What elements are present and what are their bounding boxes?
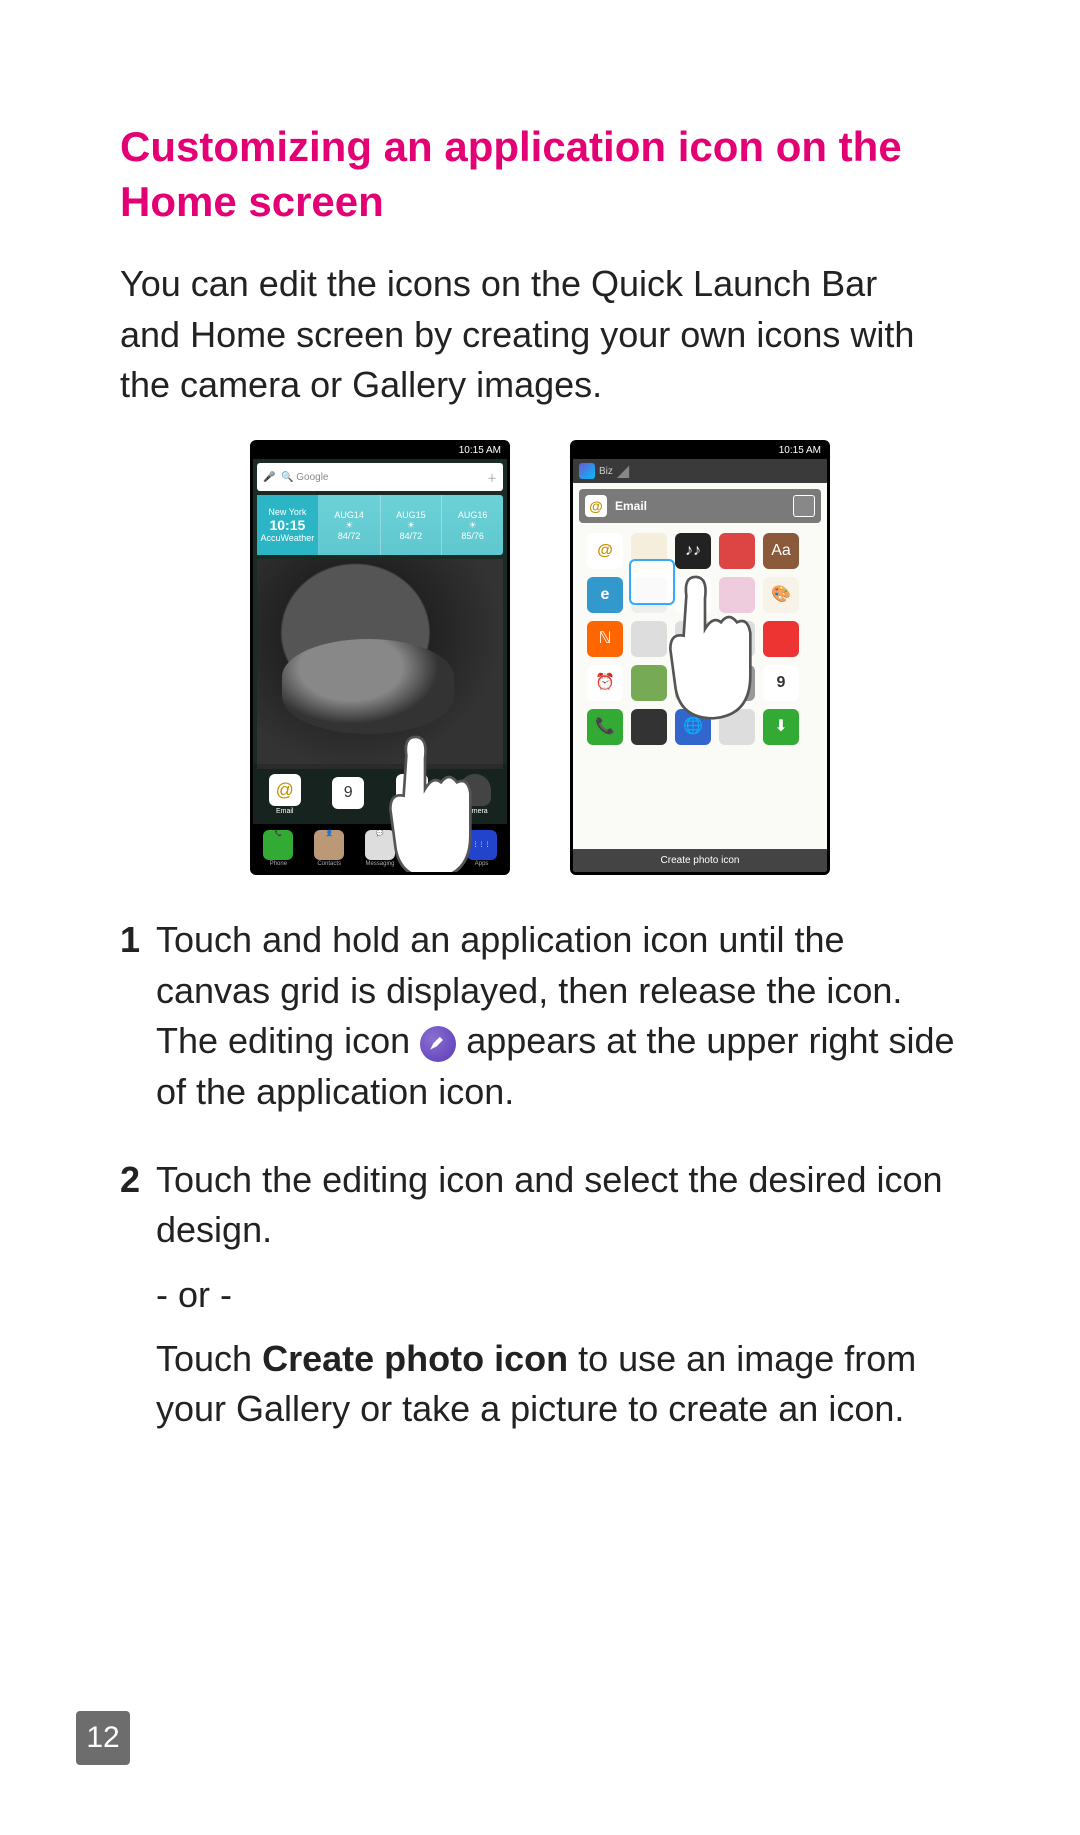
tab-bar: Biz◢ bbox=[573, 459, 827, 483]
instruction-list: 1 Touch and hold an application icon unt… bbox=[120, 915, 960, 1449]
screenshot-icon-picker: 10:15 AM Biz◢ @Email @ ♪♪ Aa e 🎨 bbox=[570, 440, 830, 875]
weather-widget: New York10:15AccuWeather AUG14☀84/72 AUG… bbox=[257, 495, 503, 555]
status-bar: 10:15 AM bbox=[253, 443, 507, 459]
page-number: 12 bbox=[76, 1711, 130, 1765]
edit-icon bbox=[420, 1026, 456, 1062]
section-heading: Customizing an application icon on the H… bbox=[120, 120, 960, 229]
home-icon-row: @Email 9 ▶Play Store Camera bbox=[253, 764, 507, 824]
screenshot-home: 10:15 AM 🎤 🔍 Google＋ New York10:15AccuWe… bbox=[250, 440, 510, 875]
step-text: Touch Create photo icon to use an image … bbox=[156, 1334, 960, 1435]
icon-grid: @ ♪♪ Aa e 🎨 ℕ ⏰ ⚙ bbox=[573, 529, 827, 749]
step-number: 1 bbox=[120, 915, 156, 1131]
selected-app-row: @Email bbox=[579, 489, 821, 523]
status-bar: 10:15 AM bbox=[573, 443, 827, 459]
intro-paragraph: You can edit the icons on the Quick Laun… bbox=[120, 259, 940, 410]
create-photo-icon-button: Create photo icon bbox=[573, 849, 827, 872]
step-or: - or - bbox=[156, 1270, 960, 1320]
dock: 📞Phone 👤Contacts 💬Messaging 🌐Browser ⋮⋮⋮… bbox=[253, 824, 507, 872]
manual-page: Customizing an application icon on the H… bbox=[0, 0, 1080, 1835]
step-number: 2 bbox=[120, 1155, 156, 1449]
screenshot-row: 10:15 AM 🎤 🔍 Google＋ New York10:15AccuWe… bbox=[120, 440, 960, 875]
step-1: 1 Touch and hold an application icon unt… bbox=[120, 915, 960, 1131]
step-2: 2 Touch the editing icon and select the … bbox=[120, 1155, 960, 1449]
search-bar: 🎤 🔍 Google＋ bbox=[257, 463, 503, 491]
step-text: Touch the editing icon and select the de… bbox=[156, 1155, 960, 1256]
wallpaper-stones bbox=[257, 559, 503, 769]
